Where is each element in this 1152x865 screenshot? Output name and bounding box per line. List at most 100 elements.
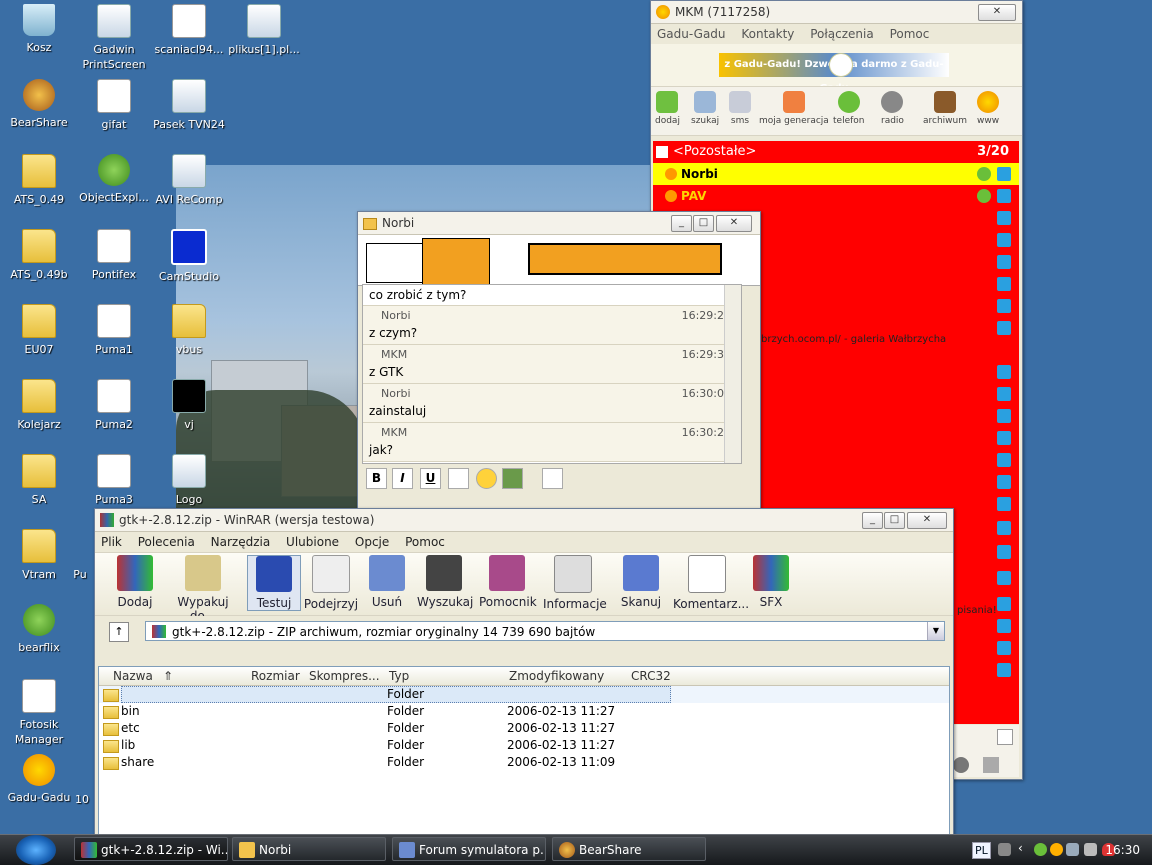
taskbar-button[interactable]: gtk+-2.8.12.zip - Wi... <box>74 837 228 861</box>
phone-icon[interactable] <box>977 189 991 203</box>
tool-komentarz[interactable]: Komentarz... <box>673 555 749 611</box>
desktop-icon[interactable]: Puma2 <box>75 379 153 432</box>
info-icon[interactable] <box>997 663 1011 677</box>
table-row[interactable]: lib Folder 2006-02-13 11:27 <box>99 737 949 754</box>
tool-skanuj[interactable]: Skanuj <box>619 555 663 609</box>
info-icon[interactable] <box>997 521 1011 535</box>
italic-button[interactable]: I <box>392 468 413 489</box>
language-indicator[interactable]: PL <box>972 842 991 859</box>
emoticon-icon[interactable] <box>476 468 497 489</box>
tool-moja-generacja[interactable]: moja generacja <box>759 91 829 126</box>
desktop-icon[interactable]: SA <box>0 454 78 507</box>
desktop-icon[interactable]: vbus <box>150 304 228 357</box>
info-icon[interactable] <box>997 233 1011 247</box>
tool-usun[interactable]: Usuń <box>367 555 407 609</box>
up-folder-button[interactable]: ↑ <box>109 622 129 642</box>
info-icon[interactable] <box>997 431 1011 445</box>
menu-item[interactable]: Gadu-Gadu <box>657 27 726 41</box>
column-header[interactable]: Typ <box>389 667 409 685</box>
desktop-icon[interactable]: Logo <box>150 454 228 507</box>
menu-item[interactable]: Pomoc <box>405 535 445 549</box>
contact-item[interactable]: Norbi <box>653 163 1019 185</box>
chat-scrollbar[interactable] <box>724 285 741 463</box>
maximize-button[interactable]: □ <box>693 215 714 232</box>
menu-item[interactable]: Kontakty <box>741 27 794 41</box>
tool-informacje[interactable]: Informacje <box>543 555 607 611</box>
info-icon[interactable] <box>997 409 1011 423</box>
underline-button[interactable]: U <box>420 468 441 489</box>
keyboard-icon[interactable] <box>998 843 1011 856</box>
gg-ad-banner[interactable]: z Gadu-Gadu! Dzwoń za darmo z Gadu-Gadu <box>651 44 1022 94</box>
desktop-icon[interactable]: ATS_0.49b <box>0 229 78 282</box>
color-icon[interactable] <box>448 468 469 489</box>
desktop-icon[interactable]: Pasek TVN24 <box>150 79 228 132</box>
menu-item[interactable]: Połączenia <box>810 27 874 41</box>
network-icon[interactable] <box>1066 843 1079 856</box>
info-icon[interactable] <box>997 619 1011 633</box>
column-header[interactable]: CRC32 <box>631 667 671 685</box>
desktop-icon[interactable]: vj <box>150 379 228 432</box>
bold-button[interactable]: B <box>366 468 387 489</box>
table-row[interactable]: bin Folder 2006-02-13 11:27 <box>99 703 949 720</box>
tool-sms[interactable]: sms <box>729 91 751 126</box>
close-button[interactable]: ✕ <box>978 4 1016 21</box>
column-header[interactable]: Skompres... <box>309 667 380 685</box>
desktop-icon[interactable]: gifat <box>75 79 153 132</box>
menu-item[interactable]: Ulubione <box>286 535 339 549</box>
desktop-icon[interactable]: ObjectExpl... <box>75 154 153 205</box>
column-header[interactable]: Rozmiar <box>251 667 300 685</box>
menu-item[interactable]: Plik <box>101 535 122 549</box>
desktop-icon[interactable]: Pontifex <box>75 229 153 282</box>
chevron-down-icon[interactable]: ▼ <box>927 622 944 640</box>
desktop-icon[interactable]: CamStudio <box>150 229 228 284</box>
contact-item[interactable]: PAV <box>653 185 1019 207</box>
desktop-icon[interactable]: BearShare <box>0 79 78 130</box>
table-row[interactable]: Folder <box>99 686 949 703</box>
tool-dodaj[interactable]: Dodaj <box>109 555 161 609</box>
info-icon[interactable] <box>997 545 1011 559</box>
info-icon[interactable] <box>997 497 1011 511</box>
tool-www[interactable]: www <box>977 91 999 126</box>
info-icon[interactable] <box>997 321 1011 335</box>
info-icon[interactable] <box>997 255 1011 269</box>
table-row[interactable]: etc Folder 2006-02-13 11:27 <box>99 720 949 737</box>
start-button[interactable] <box>16 835 56 865</box>
desktop-icon[interactable]: Gadwin PrintScreen <box>75 4 153 72</box>
info-icon[interactable] <box>997 387 1011 401</box>
tool-wypakuj[interactable]: Wypakuj do... <box>165 555 241 623</box>
menu-item[interactable]: Narzędzia <box>211 535 271 549</box>
menu-item[interactable]: Polecenia <box>138 535 195 549</box>
archive-path-combo[interactable]: gtk+-2.8.12.zip - ZIP archiwum, rozmiar … <box>145 621 945 641</box>
volume-icon[interactable] <box>983 757 999 773</box>
tool-pomocnik[interactable]: Pomocnik <box>479 555 537 609</box>
tool-archiwum[interactable]: archiwum <box>923 91 967 126</box>
desktop-icon[interactable]: Fotosik Manager <box>0 679 78 747</box>
taskbar-button[interactable]: Forum symulatora p... <box>392 837 546 861</box>
info-icon[interactable] <box>997 299 1011 313</box>
contact-group[interactable]: <Pozostałe> 3/20 <box>653 141 1019 163</box>
desktop-icon[interactable]: Puma1 <box>75 304 153 357</box>
clock[interactable]: 16:30 <box>1105 835 1140 865</box>
info-icon[interactable] <box>997 475 1011 489</box>
headphones-icon[interactable] <box>953 757 969 773</box>
column-header[interactable]: Nazwa <box>113 667 153 685</box>
desktop-icon[interactable]: AVI ReComp <box>150 154 228 207</box>
tool-szukaj[interactable]: szukaj <box>691 91 719 126</box>
info-icon[interactable] <box>997 571 1011 585</box>
play-icon[interactable] <box>829 53 853 77</box>
desktop-icon[interactable]: Kolejarz <box>0 379 78 432</box>
info-icon[interactable] <box>997 641 1011 655</box>
tool-sfx[interactable]: SFX <box>751 555 791 609</box>
chat-history[interactable]: co zrobić z tym? Norbi 16:29:25 z czym? M… <box>362 284 742 464</box>
info-icon[interactable] <box>997 597 1011 611</box>
maximize-button[interactable]: □ <box>884 512 905 529</box>
desktop-icon[interactable]: ATS_0.49 <box>0 154 78 207</box>
info-icon[interactable] <box>997 189 1011 203</box>
close-button[interactable]: ✕ <box>907 512 947 529</box>
phone-icon[interactable] <box>542 468 563 489</box>
desktop-icon[interactable]: scaniacl94... <box>150 4 228 57</box>
taskbar-button[interactable]: BearShare <box>552 837 706 861</box>
minimize-button[interactable]: _ <box>671 215 692 232</box>
column-header[interactable]: Zmodyfikowany <box>509 667 604 685</box>
gg-titlebar[interactable]: MKM (7117258) ✕ <box>651 1 1022 24</box>
